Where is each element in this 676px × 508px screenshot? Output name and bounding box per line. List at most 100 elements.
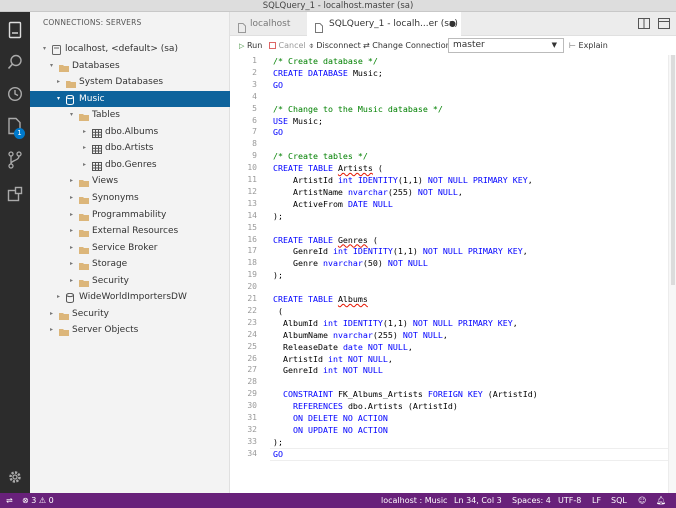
code-line[interactable]: ( bbox=[273, 306, 283, 316]
history-icon[interactable] bbox=[5, 84, 25, 104]
tree-item[interactable]: ▸ dbo.Albums bbox=[30, 124, 230, 141]
chevron-right-icon[interactable]: ▸ bbox=[70, 240, 73, 257]
code-line[interactable]: ArtistName nvarchar(255) NOT NULL, bbox=[273, 187, 463, 197]
tree-item[interactable]: ▸ Server Objects bbox=[30, 322, 230, 339]
split-editor-icon[interactable] bbox=[638, 18, 650, 32]
code-line[interactable]: Genre nvarchar(50) NOT NULL bbox=[273, 258, 428, 268]
tree-item[interactable]: ▸ Security bbox=[30, 306, 230, 323]
change-connection-button[interactable]: ⇄ Change Connection bbox=[363, 36, 451, 55]
code-line[interactable]: REFERENCES dbo.Artists (ArtistId) bbox=[273, 401, 458, 411]
chevron-right-icon[interactable]: ▸ bbox=[50, 306, 53, 323]
code-line[interactable]: CONSTRAINT FK_Albums_Artists FOREIGN KEY… bbox=[273, 389, 538, 399]
indentation-status[interactable]: Spaces: 4 bbox=[512, 493, 551, 508]
code-line[interactable]: ON DELETE NO ACTION bbox=[273, 413, 388, 423]
code-line[interactable]: ); bbox=[273, 270, 283, 280]
code-line[interactable]: USE Music; bbox=[273, 116, 323, 126]
chevron-right-icon[interactable]: ▸ bbox=[83, 124, 86, 141]
code-editor[interactable]: 1 /* Create database */ 2 CREATE DATABASE M… bbox=[230, 55, 668, 493]
servers-icon[interactable] bbox=[5, 20, 25, 40]
cancel-button[interactable]: Cancel bbox=[269, 36, 306, 55]
language-mode[interactable]: SQL bbox=[611, 493, 627, 508]
chevron-down-icon[interactable]: ▾ bbox=[57, 91, 60, 108]
tab-localhost[interactable]: localhost bbox=[230, 12, 307, 36]
tree-item[interactable]: ▾ localhost, <default> (sa) bbox=[30, 41, 230, 58]
tree-item[interactable]: ▸ Security bbox=[30, 273, 230, 290]
extensions-icon[interactable] bbox=[5, 184, 25, 204]
cursor-position[interactable]: Ln 34, Col 3 bbox=[454, 493, 502, 508]
code-line[interactable]: ArtistId int IDENTITY(1,1) NOT NULL PRIM… bbox=[273, 175, 533, 185]
line-number: 31 bbox=[247, 413, 257, 422]
notifications-bell-icon[interactable]: 🔔︎ bbox=[656, 493, 666, 508]
code-line[interactable]: /* Change to the Music database */ bbox=[273, 104, 443, 114]
chevron-right-icon[interactable]: ▸ bbox=[70, 173, 73, 190]
tree-item[interactable]: ▸ Views bbox=[30, 173, 230, 190]
chevron-down-icon[interactable]: ▾ bbox=[43, 41, 46, 58]
more-actions-icon[interactable] bbox=[658, 18, 670, 32]
tree-item[interactable]: ▸ dbo.Genres bbox=[30, 157, 230, 174]
code-line[interactable]: ); bbox=[273, 211, 283, 221]
feedback-icon[interactable]: ☺ bbox=[638, 493, 646, 508]
code-line[interactable]: GenreId int IDENTITY(1,1) NOT NULL PRIMA… bbox=[273, 246, 528, 256]
tree-item[interactable]: ▸ External Resources bbox=[30, 223, 230, 240]
code-line[interactable]: ON UPDATE NO ACTION bbox=[273, 425, 388, 435]
code-line[interactable]: ArtistId int NOT NULL, bbox=[273, 354, 393, 364]
remote-icon[interactable]: ⇌ bbox=[6, 493, 13, 508]
code-line[interactable]: ); bbox=[273, 437, 283, 447]
search-icon[interactable] bbox=[5, 52, 25, 72]
code-line[interactable]: /* Create database */ bbox=[273, 56, 378, 66]
code-line[interactable]: GenreId int NOT NULL bbox=[273, 365, 383, 375]
code-line[interactable]: GO bbox=[273, 80, 283, 90]
settings-gear-icon[interactable] bbox=[5, 467, 25, 487]
source-control-icon[interactable] bbox=[5, 150, 25, 170]
code-line[interactable]: CREATE DATABASE Music; bbox=[273, 68, 383, 78]
chevron-right-icon[interactable]: ▸ bbox=[83, 157, 86, 174]
tree-item[interactable]: ▸ Programmability bbox=[30, 207, 230, 224]
tree-item[interactable]: ▾ Tables bbox=[30, 107, 230, 124]
tree-item[interactable]: ▸ Service Broker bbox=[30, 240, 230, 257]
encoding-status[interactable]: UTF-8 bbox=[558, 493, 581, 508]
chevron-right-icon[interactable]: ▸ bbox=[57, 74, 60, 91]
code-line[interactable]: CREATE TABLE Albums bbox=[273, 294, 368, 304]
line-number: 9 bbox=[252, 151, 257, 161]
disconnect-button[interactable]: ⌽ Disconnect bbox=[309, 36, 361, 55]
chevron-right-icon[interactable]: ▸ bbox=[57, 289, 60, 306]
connection-status[interactable]: localhost : Music bbox=[381, 493, 447, 508]
chevron-right-icon[interactable]: ▸ bbox=[50, 322, 53, 339]
tree-item[interactable]: ▸ Synonyms bbox=[30, 190, 230, 207]
chevron-right-icon[interactable]: ▸ bbox=[70, 190, 73, 207]
database-select[interactable]: master ▼ bbox=[448, 38, 564, 53]
chevron-right-icon[interactable]: ▸ bbox=[70, 273, 73, 290]
run-button[interactable]: ▷ Run bbox=[239, 36, 262, 55]
tree-item[interactable]: ▸ System Databases bbox=[30, 74, 230, 91]
tree-item[interactable]: ▾ Music bbox=[30, 90, 230, 108]
eol-status[interactable]: LF bbox=[592, 493, 601, 508]
tree-item-label: Music bbox=[79, 93, 105, 104]
chevron-right-icon[interactable]: ▸ bbox=[70, 256, 73, 273]
code-line[interactable]: ActiveFrom DATE NULL bbox=[273, 199, 393, 209]
tab-sqlquery[interactable]: SQLQuery_1 - localh...er (sa) ● bbox=[307, 12, 461, 36]
tree-item[interactable]: ▸ WideWorldImportersDW bbox=[30, 289, 230, 306]
code-line[interactable]: AlbumId int IDENTITY(1,1) NOT NULL PRIMA… bbox=[273, 318, 518, 328]
code-line[interactable]: CREATE TABLE Genres ( bbox=[273, 235, 378, 245]
chevron-down-icon[interactable]: ▾ bbox=[50, 58, 53, 75]
code-line[interactable]: ReleaseDate date NOT NULL, bbox=[273, 342, 413, 352]
chevron-right-icon[interactable]: ▸ bbox=[70, 207, 73, 224]
code-line[interactable]: GO bbox=[273, 127, 283, 137]
code-token: int NOT NULL bbox=[322, 365, 383, 376]
editor-scrollbar[interactable] bbox=[668, 55, 676, 493]
tree-item[interactable]: ▾ Databases bbox=[30, 58, 230, 75]
code-line[interactable]: CREATE TABLE Artists ( bbox=[273, 163, 383, 173]
code-line[interactable]: /* Create tables */ bbox=[273, 151, 368, 161]
code-line[interactable]: AlbumName nvarchar(255) NOT NULL, bbox=[273, 330, 448, 340]
chevron-down-icon[interactable]: ▾ bbox=[70, 107, 73, 124]
scrollbar-thumb[interactable] bbox=[671, 55, 675, 285]
code-token: (255) bbox=[387, 186, 418, 197]
tree-item[interactable]: ▸ Storage bbox=[30, 256, 230, 273]
tree-item[interactable]: ▸ dbo.Artists bbox=[30, 140, 230, 157]
code-line[interactable]: GO bbox=[273, 449, 283, 459]
chevron-right-icon[interactable]: ▸ bbox=[70, 223, 73, 240]
chevron-right-icon[interactable]: ▸ bbox=[83, 140, 86, 157]
problems-indicator[interactable]: ⊗ 3 ⚠ 0 bbox=[22, 493, 54, 508]
explain-button[interactable]: ⊢ Explain bbox=[569, 36, 608, 55]
unsaved-dot-icon[interactable]: ● bbox=[449, 12, 456, 36]
